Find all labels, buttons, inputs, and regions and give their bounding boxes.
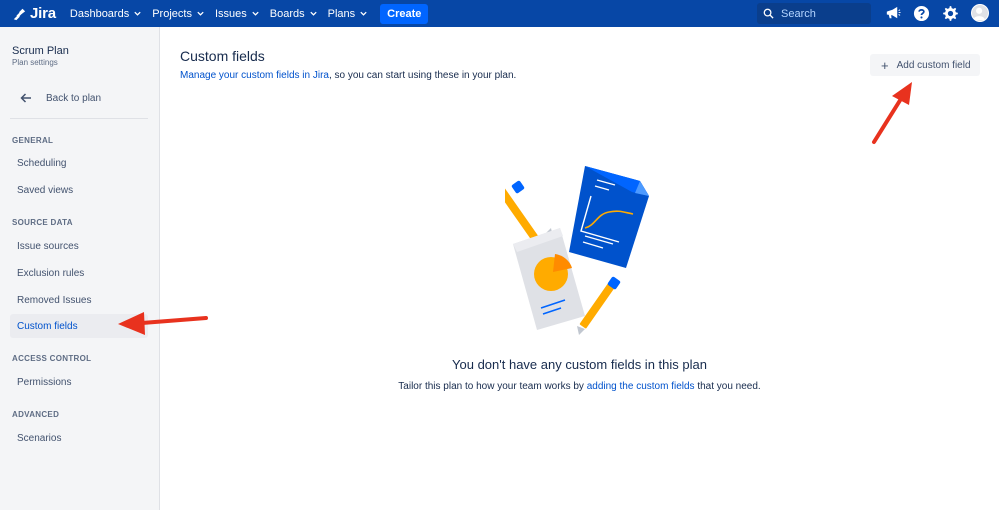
nav-boards[interactable]: Boards [270,8,318,20]
sidebar-item-custom-fields[interactable]: Custom fields [10,314,148,338]
avatar[interactable] [971,4,989,22]
help-icon[interactable] [913,5,930,22]
page-description-rest: , so you can start using these in your p… [328,70,517,81]
manage-custom-fields-link[interactable]: Manage your custom fields in Jira [180,70,329,81]
add-custom-field-label: Add custom field [896,59,971,71]
back-to-plan-label: Back to plan [46,92,102,104]
sidebar-item-saved-views[interactable]: Saved views [10,178,148,202]
search-input[interactable]: Search [757,3,871,24]
nav-issues[interactable]: Issues [215,8,260,20]
empty-desc-post: that you need. [694,381,761,392]
chevron-down-icon [134,11,141,16]
annotation-arrow-add-button [872,82,912,144]
adding-custom-fields-link[interactable]: adding the custom fields [587,381,695,392]
section-general: GENERAL [12,136,54,145]
nav-dashboards[interactable]: Dashboards [70,8,142,20]
sidebar-item-scheduling[interactable]: Scheduling [10,151,148,175]
nav-projects[interactable]: Projects [152,8,205,20]
nav-plans[interactable]: Plans [328,8,369,20]
empty-state-illustration [505,166,649,335]
settings-icon[interactable] [942,5,959,22]
page-title: Custom fields [180,48,265,64]
megaphone-icon[interactable] [884,5,901,22]
plan-title: Scrum Plan [12,45,69,57]
nav-boards-label: Boards [269,7,305,20]
top-nav: Jira Dashboards Projects Issues Boards P… [0,0,999,27]
sidebar-item-scenarios[interactable]: Scenarios [10,426,148,450]
section-source-data: SOURCE DATA [12,218,73,227]
plus-icon: + [881,57,889,73]
user-avatar-icon [973,7,985,21]
search-placeholder: Search [781,7,816,20]
sidebar-divider [10,118,148,119]
chevron-down-icon [309,11,317,16]
section-advanced: ADVANCED [12,410,60,419]
empty-state-description: Tailor this plan to how your team works … [160,381,999,392]
plan-subtitle: Plan settings [12,58,58,67]
chevron-down-icon [197,11,204,16]
sidebar-item-issue-sources[interactable]: Issue sources [10,234,148,258]
nav-dashboards-label: Dashboards [69,7,130,20]
chevron-down-icon [252,11,259,16]
pencil-top-icon [505,180,553,241]
jira-logo-icon [13,8,26,20]
pencil-bottom-icon [577,276,621,335]
create-button[interactable]: Create [380,3,429,24]
jira-logo[interactable]: Jira [12,5,56,22]
nav-plans-label: Plans [327,7,356,20]
graph-document-icon [569,166,649,268]
sidebar-item-removed-issues[interactable]: Removed Issues [10,288,148,312]
page-description: Manage your custom fields in Jira, so yo… [180,70,516,81]
empty-state-title: You don't have any custom fields in this… [452,357,707,372]
chevron-down-icon [360,11,367,16]
sidebar-item-permissions[interactable]: Permissions [10,370,148,394]
empty-desc-pre: Tailor this plan to how your team works … [398,381,587,392]
back-to-plan-button[interactable]: Back to plan [10,85,148,111]
sidebar: Scrum Plan Plan settings Back to plan GE… [0,27,160,510]
arrow-left-icon [20,93,31,103]
section-access-control: ACCESS CONTROL [12,354,92,363]
nav-projects-label: Projects [152,7,192,20]
nav-issues-label: Issues [214,7,247,20]
jira-logo-text: Jira [30,5,56,22]
add-custom-field-button[interactable]: + Add custom field [870,54,980,76]
sidebar-item-exclusion-rules[interactable]: Exclusion rules [10,261,148,285]
search-icon [763,8,774,19]
